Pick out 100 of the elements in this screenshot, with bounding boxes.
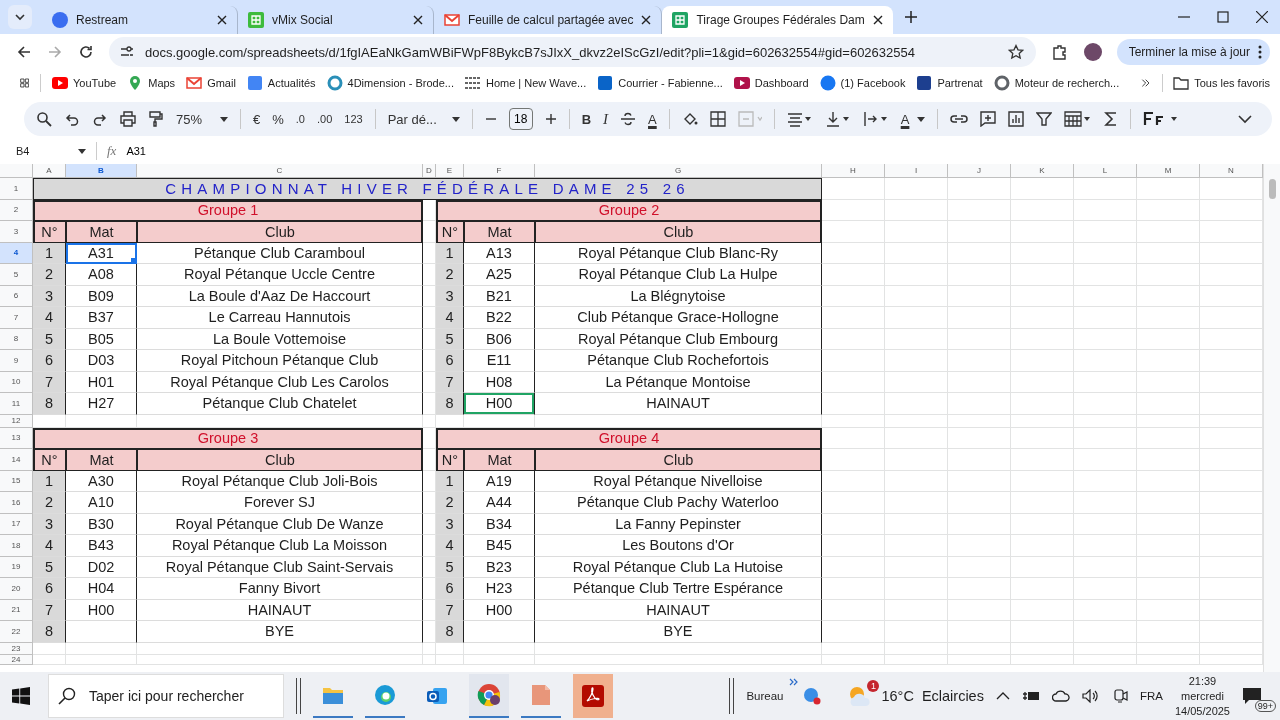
strikethrough-icon[interactable]	[620, 111, 637, 127]
avatar[interactable]	[1083, 43, 1102, 61]
text-color-button[interactable]: A	[648, 111, 657, 127]
row-header[interactable]: 2	[0, 199, 33, 221]
cloud-icon[interactable]	[1051, 690, 1070, 702]
apps-icon[interactable]	[20, 76, 30, 90]
row-header[interactable]: 3	[0, 221, 33, 243]
print-icon[interactable]	[120, 111, 136, 127]
reload-icon[interactable]	[78, 44, 94, 60]
bookmark[interactable]: Gmail	[186, 75, 236, 91]
column-header[interactable]: H	[822, 164, 885, 178]
row-header[interactable]: 20	[0, 578, 33, 600]
undo-icon[interactable]	[64, 111, 80, 127]
maximize-icon[interactable]	[1217, 11, 1229, 23]
close-icon[interactable]	[1256, 11, 1268, 23]
functions-table-icon[interactable]	[1064, 111, 1093, 127]
row-header[interactable]: 6	[0, 285, 33, 307]
taskbar-search-field[interactable]: Taper ici pour rechercher	[48, 674, 284, 718]
row-header[interactable]: 21	[0, 599, 33, 621]
collapse-icon[interactable]	[1238, 114, 1252, 124]
zoom-dropdown[interactable]: 75%	[176, 111, 228, 127]
desktop-label[interactable]: Bureau	[746, 690, 784, 702]
volume-icon[interactable]	[1081, 689, 1100, 703]
row-header[interactable]: 16	[0, 492, 33, 514]
paint-format-icon[interactable]	[148, 111, 164, 127]
bookmark[interactable]: (1) Facebook	[819, 75, 906, 91]
scrollbar[interactable]	[1263, 164, 1280, 672]
plus-icon[interactable]	[544, 113, 557, 125]
comment-icon[interactable]	[980, 111, 997, 127]
row-header[interactable]: 8	[0, 328, 33, 350]
borders-icon[interactable]	[709, 111, 726, 127]
row-header[interactable]: 17	[0, 513, 33, 535]
taskbar-app[interactable]	[469, 674, 509, 718]
italic-button[interactable]: I	[603, 110, 609, 128]
star-icon[interactable]	[1007, 44, 1024, 60]
column-header[interactable]: N	[1200, 164, 1263, 178]
bookmark[interactable]: Maps	[127, 75, 176, 91]
close-icon[interactable]	[872, 15, 883, 25]
close-icon[interactable]	[217, 15, 227, 25]
column-header[interactable]: B	[66, 164, 137, 178]
column-header[interactable]: G	[535, 164, 822, 178]
chevron-up-icon[interactable]	[995, 691, 1010, 701]
text-wrap-icon[interactable]	[862, 111, 889, 127]
address-bar[interactable]: docs.google.com/spreadsheets/d/1fgIAEaNkGamWBiFWpF8BykcB7sJIxX_dkvz2eIScGzI/edit?pli=1&gid=602632554#gid=602632554	[109, 37, 1036, 67]
vertical-align-icon[interactable]	[824, 111, 851, 127]
double-chevron-icon[interactable]	[789, 678, 800, 686]
back-icon[interactable]	[16, 44, 32, 60]
bookmark[interactable]: Actualités	[246, 75, 316, 91]
bold-button[interactable]: B	[581, 111, 592, 127]
column-header[interactable]: E	[436, 164, 464, 178]
bookmark[interactable]: Courrier - Fabienne...	[597, 75, 723, 91]
browser-tab[interactable]: vMix Social	[238, 6, 434, 34]
column-header[interactable]: M	[1137, 164, 1200, 178]
browser-tab[interactable]: Tirage Groupes Fédérales Dam	[662, 6, 893, 34]
text-format-icon[interactable]	[1143, 111, 1180, 127]
row-header[interactable]: 9	[0, 350, 33, 372]
column-header[interactable]: A	[33, 164, 66, 178]
bookmark[interactable]: Partrenat	[916, 75, 983, 91]
more-bookmarks-icon[interactable]	[1141, 77, 1151, 89]
bookmark-folder[interactable]: Tous les favoris	[1173, 76, 1270, 90]
help-icon[interactable]	[803, 687, 822, 705]
extensions-icon[interactable]	[1050, 43, 1069, 61]
filter-icon[interactable]	[1036, 111, 1053, 127]
tab-search-button[interactable]	[8, 5, 32, 29]
sum-icon[interactable]	[1104, 111, 1119, 127]
close-icon[interactable]	[413, 15, 423, 25]
bookmark[interactable]: Dashboard	[733, 75, 809, 91]
row-header[interactable]: 7	[0, 307, 33, 329]
currency-button[interactable]: €	[253, 111, 261, 127]
row-header[interactable]: 1	[0, 178, 33, 200]
row-header[interactable]: 15	[0, 470, 33, 492]
update-button[interactable]: Terminer la mise à jour	[1116, 39, 1270, 65]
clock[interactable]: 21:39 mercredi 14/05/2025	[1174, 673, 1230, 719]
column-header[interactable]: F	[464, 164, 535, 178]
taskbar-app[interactable]	[573, 674, 613, 718]
column-header[interactable]: I	[885, 164, 948, 178]
row-header[interactable]: 10	[0, 371, 33, 393]
bookmark[interactable]: Home | New Wave...	[464, 75, 587, 91]
close-icon[interactable]	[641, 15, 652, 25]
row-header[interactable]: 5	[0, 264, 33, 286]
row-header[interactable]: 11	[0, 393, 33, 415]
new-tab-icon[interactable]	[904, 11, 917, 23]
number-format-button[interactable]: 123	[344, 113, 363, 125]
search-icon[interactable]	[36, 111, 52, 127]
text-rotation-button[interactable]: A	[900, 111, 926, 127]
bookmark[interactable]: Moteur de recherch...	[993, 75, 1120, 91]
row-header[interactable]: 22	[0, 621, 33, 643]
column-header[interactable]: K	[1011, 164, 1074, 178]
font-dropdown[interactable]: Par dé...	[387, 111, 460, 127]
language-indicator[interactable]: FRA	[1139, 690, 1163, 702]
row-header[interactable]: 13	[0, 427, 33, 449]
redo-icon[interactable]	[92, 111, 108, 127]
font-size-field[interactable]: 18	[508, 108, 533, 130]
row-header[interactable]: 24	[0, 654, 33, 665]
browser-tab[interactable]: Feuille de calcul partagée avec	[434, 6, 663, 34]
row-header[interactable]: 4	[0, 242, 33, 264]
browser-tab[interactable]: Restream	[42, 6, 238, 34]
microphone-icon[interactable]	[1111, 688, 1128, 704]
name-box[interactable]: B4	[16, 145, 86, 157]
chart-icon[interactable]	[1008, 111, 1025, 127]
